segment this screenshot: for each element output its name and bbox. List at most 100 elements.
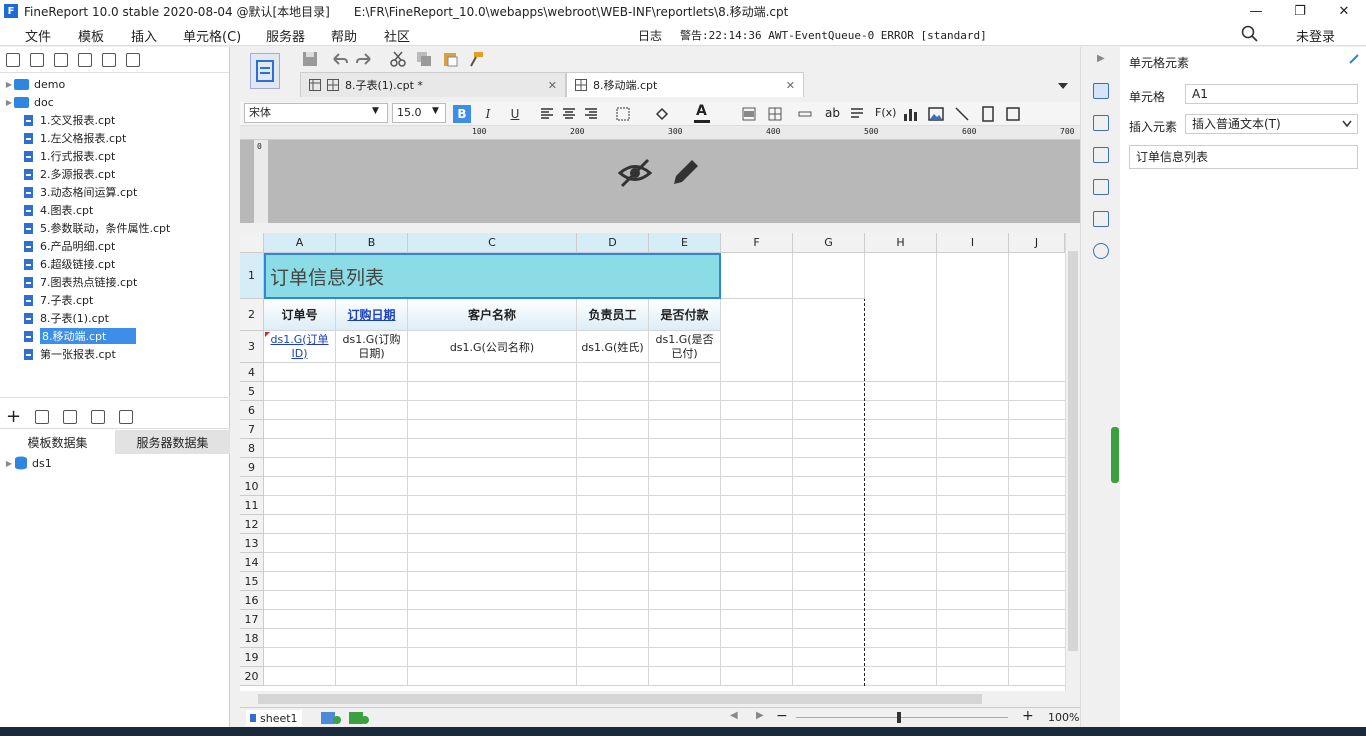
tree-file[interactable]: 1.行式报表.cpt [24, 147, 115, 165]
cell-attr-icon[interactable] [1093, 115, 1109, 131]
tree-file[interactable]: 7.图表热点链接.cpt [24, 273, 137, 291]
border-icon[interactable] [616, 107, 630, 121]
column-header[interactable]: G [793, 233, 865, 253]
text-icon[interactable] [798, 107, 812, 121]
add-dataset-icon[interactable]: + [6, 406, 21, 427]
chart-icon[interactable] [902, 106, 918, 122]
row-header[interactable]: 2 [240, 299, 264, 331]
row-header[interactable]: 3 [240, 331, 264, 363]
add-sheet-icon[interactable] [320, 711, 342, 725]
cell-data[interactable]: ds1.G(公司名称) [408, 331, 577, 363]
condition-attr-icon[interactable] [1093, 211, 1109, 227]
expand-arrow-icon[interactable]: ▶ [1097, 53, 1105, 64]
tree-file[interactable]: 5.参数联动，条件属性.cpt [24, 219, 170, 237]
cell-header[interactable]: 是否付款 [649, 299, 721, 331]
column-header[interactable]: H [865, 233, 937, 253]
zoom-in-icon[interactable]: + [1022, 708, 1034, 724]
cell-data[interactable]: ds1.G(是否已付) [649, 331, 721, 363]
merge-cells-icon[interactable] [742, 107, 756, 121]
cell-data[interactable]: ds1.G(姓氏) [577, 331, 649, 363]
zoom-slider[interactable] [796, 717, 1008, 718]
delete-icon[interactable] [102, 52, 116, 67]
preview-icon[interactable] [91, 409, 106, 424]
row-header[interactable]: 18 [240, 629, 264, 648]
menu-server[interactable]: 服务器 [266, 26, 305, 45]
row-header[interactable]: 13 [240, 534, 264, 553]
scroll-right-icon[interactable]: ▶ [756, 710, 764, 721]
eye-off-icon[interactable] [618, 156, 652, 190]
undo-icon[interactable] [330, 51, 348, 67]
tab-server-datasets[interactable]: 服务器数据集 [115, 430, 230, 454]
tab-template-datasets[interactable]: 模板数据集 [0, 430, 115, 454]
column-header[interactable]: C [408, 233, 577, 253]
settings-icon[interactable] [78, 52, 92, 67]
italic-button[interactable]: I [479, 105, 497, 123]
column-header[interactable]: E [649, 233, 721, 253]
login-link[interactable]: 未登录 [1296, 26, 1335, 45]
cell-a1-title[interactable]: 订单信息列表 [264, 253, 721, 299]
formula-button[interactable]: F(x) [875, 106, 896, 119]
expand-icon[interactable] [1348, 53, 1360, 65]
tree-file[interactable]: 4.图表.cpt [24, 201, 93, 219]
cell[interactable] [721, 253, 793, 299]
font-name-select[interactable]: 宋体 [244, 103, 388, 123]
cut-icon[interactable] [390, 51, 406, 67]
row-header[interactable]: 11 [240, 496, 264, 515]
refresh-icon[interactable] [30, 52, 44, 67]
row-header[interactable]: 6 [240, 401, 264, 420]
tree-file[interactable]: 1.交叉报表.cpt [24, 111, 115, 129]
cell-header-link[interactable]: 订购日期 [336, 299, 408, 331]
column-header[interactable]: J [1009, 233, 1065, 253]
cell[interactable] [793, 253, 865, 299]
tree-file[interactable]: 2.多源报表.cpt [24, 165, 115, 183]
dataset-ds1[interactable]: ▶ ds1 [4, 454, 52, 472]
row-header[interactable]: 5 [240, 382, 264, 401]
cell-header[interactable]: 订单号 [264, 299, 336, 331]
grid-corner[interactable] [240, 233, 264, 253]
hyperlink-icon[interactable] [1093, 243, 1109, 259]
column-header[interactable]: I [937, 233, 1009, 253]
tree-file[interactable]: 1.左父格报表.cpt [24, 129, 126, 147]
column-header[interactable]: D [577, 233, 649, 253]
tree-file[interactable]: 7.子表.cpt [24, 291, 93, 309]
tree-file[interactable]: 6.超级链接.cpt [24, 255, 115, 273]
open-icon[interactable] [54, 52, 68, 67]
tree-folder-demo[interactable]: ▶ demo [4, 75, 65, 93]
tree-file[interactable]: 第一张报表.cpt [24, 345, 116, 363]
copy-icon[interactable] [416, 51, 432, 67]
menu-template[interactable]: 模板 [78, 26, 104, 45]
tree-file[interactable]: 3.动态格间运算.cpt [24, 183, 137, 201]
cell-element-icon[interactable] [1093, 83, 1109, 99]
menu-insert[interactable]: 插入 [131, 26, 157, 45]
menu-help[interactable]: 帮助 [331, 26, 357, 45]
menu-cell[interactable]: 单元格(C) [183, 26, 241, 45]
rich-text-icon[interactable] [850, 107, 864, 121]
widget-icon[interactable] [1006, 106, 1024, 122]
add-report-sheet-icon[interactable] [348, 711, 370, 725]
zoom-slider-thumb[interactable] [897, 712, 901, 723]
align-right-icon[interactable] [584, 107, 598, 121]
row-header[interactable]: 9 [240, 458, 264, 477]
cell-header[interactable]: 负责员工 [577, 299, 649, 331]
format-painter-icon[interactable] [468, 51, 484, 67]
column-header[interactable]: A [264, 233, 336, 253]
row-header[interactable]: 14 [240, 553, 264, 572]
edit-icon[interactable] [35, 409, 50, 424]
underline-button[interactable]: U [506, 105, 524, 123]
tab-list-icon[interactable] [1056, 79, 1070, 93]
minimize-button[interactable]: — [1234, 0, 1278, 22]
row-header[interactable]: 10 [240, 477, 264, 496]
tree-folder-doc[interactable]: ▶ doc [4, 93, 54, 111]
scroll-thumb[interactable] [258, 694, 982, 704]
row-header[interactable]: 17 [240, 610, 264, 629]
align-center-icon[interactable] [562, 107, 576, 121]
cell-content-input[interactable]: 订单信息列表 [1129, 145, 1358, 169]
row-header[interactable]: 1 [240, 253, 264, 299]
redo-icon[interactable] [356, 51, 374, 67]
fill-color-icon[interactable] [654, 106, 670, 122]
scroll-thumb[interactable] [1068, 251, 1078, 651]
cell-header[interactable]: 客户名称 [408, 299, 577, 331]
row-header[interactable]: 12 [240, 515, 264, 534]
close-tab-icon[interactable]: ✕ [786, 79, 795, 92]
menu-community[interactable]: 社区 [384, 26, 410, 45]
